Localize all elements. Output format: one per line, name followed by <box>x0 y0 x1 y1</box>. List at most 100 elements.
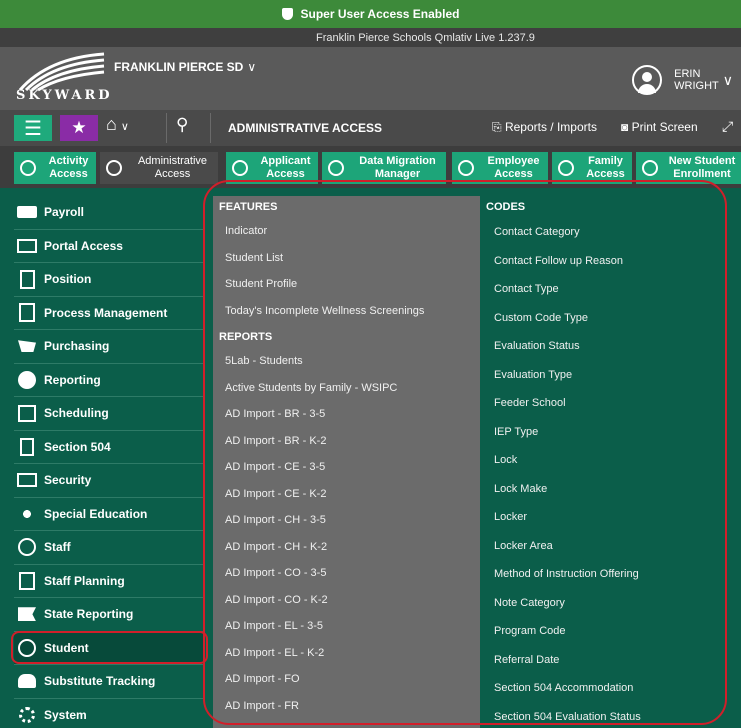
sidebar-item-staff-planning[interactable]: Staff Planning <box>14 565 204 598</box>
family-icon <box>558 160 574 176</box>
code-link[interactable]: Lock <box>480 446 741 475</box>
code-link[interactable]: Method of Instruction Offering <box>480 560 741 589</box>
sidebar-item-security[interactable]: Security <box>14 464 204 498</box>
sidebar-item-process-management[interactable]: Process Management <box>14 297 204 330</box>
code-link[interactable]: Referral Date <box>480 646 741 675</box>
tile-family-access[interactable]: Family Access <box>552 152 632 184</box>
expand-button[interactable]: ⤢ <box>722 118 733 135</box>
page-title: ADMINISTRATIVE ACCESS <box>228 121 383 135</box>
sidebar-item-label: Substitute Tracking <box>44 674 156 689</box>
user-menu[interactable]: ERIN WRIGHT ∨ <box>632 65 733 95</box>
briefcase-icon <box>458 160 474 176</box>
sidebar-item-state-reporting[interactable]: State Reporting <box>14 598 204 632</box>
report-link[interactable]: AD Import - FR <box>213 693 480 720</box>
position-icon <box>16 269 38 289</box>
reports-icon: ⎘ <box>492 120 505 134</box>
tile-applicant-access[interactable]: Applicant Access <box>226 152 318 184</box>
code-link[interactable]: Contact Category <box>480 218 741 247</box>
sidebar-item-staff[interactable]: Staff <box>14 531 204 565</box>
code-link[interactable]: Evaluation Status <box>480 332 741 361</box>
sidebar-item-payroll[interactable]: Payroll <box>14 196 204 230</box>
user-avatar-icon <box>632 65 663 95</box>
feature-link[interactable]: Student List <box>213 245 480 272</box>
access-tiles-bar: Activity Access Administrative Access Ap… <box>0 146 741 188</box>
sidebar-item-position[interactable]: Position <box>14 263 204 297</box>
reports-heading: REPORTS <box>219 331 273 343</box>
feature-link[interactable]: Student Profile <box>213 271 480 298</box>
report-link[interactable]: AD Import - FO <box>213 666 480 693</box>
sidebar-item-substitute-tracking[interactable]: Substitute Tracking <box>14 665 204 699</box>
shopping-cart-icon <box>16 336 38 356</box>
sidebar-item-system[interactable]: System <box>14 699 204 728</box>
navigation-bar: ☰ ★ ⌂ ∨ ⚲ ADMINISTRATIVE ACCESS ⎘ Reports… <box>0 110 741 146</box>
code-link[interactable]: IEP Type <box>480 418 741 447</box>
sidebar-item-special-education[interactable]: Special Education <box>14 498 204 531</box>
sidebar-item-label: Reporting <box>44 372 101 387</box>
report-link[interactable]: AD Import - CE - 3-5 <box>213 454 480 481</box>
report-link[interactable]: AD Import - BR - 3-5 <box>213 401 480 428</box>
sidebar: Payroll Portal Access Position Process M… <box>14 196 204 728</box>
sidebar-item-purchasing[interactable]: Purchasing <box>14 330 204 364</box>
add-student-icon <box>642 160 658 176</box>
skyward-logo[interactable]: SKYWARD <box>14 52 110 106</box>
code-link[interactable]: Feeder School <box>480 389 741 418</box>
code-link[interactable]: Evaluation Type <box>480 361 741 390</box>
report-link[interactable]: AD Import - CO - K-2 <box>213 587 480 614</box>
features-reports-panel: FEATURES Indicator Student List Student … <box>213 196 480 728</box>
tile-new-student-enrollment[interactable]: New Student Enrollment <box>636 152 741 184</box>
tile-administrative-access[interactable]: Administrative Access <box>100 152 218 184</box>
sidebar-item-label: State Reporting <box>44 607 134 622</box>
sidebar-item-reporting[interactable]: Reporting <box>14 364 204 397</box>
expand-icon: ⤢ <box>722 118 734 134</box>
main-content: Payroll Portal Access Position Process M… <box>0 188 741 728</box>
app-header: SKYWARD FRANKLIN PIERCE SD ∨ ERIN WRIGHT … <box>0 47 741 110</box>
report-link[interactable]: AD Import - CE - K-2 <box>213 481 480 508</box>
payroll-icon <box>16 202 38 222</box>
user-last-name: WRIGHT <box>674 80 719 92</box>
code-link[interactable]: Lock Make <box>480 475 741 504</box>
code-link[interactable]: Custom Code Type <box>480 304 741 333</box>
code-link[interactable]: Locker Area <box>480 532 741 561</box>
feature-link[interactable]: Indicator <box>213 218 480 245</box>
calendar-icon <box>16 403 38 423</box>
applicant-icon <box>232 160 248 176</box>
sidebar-item-label: Process Management <box>44 305 168 320</box>
sidebar-item-portal-access[interactable]: Portal Access <box>14 230 204 263</box>
report-link[interactable]: AD Import - CO - 3-5 <box>213 560 480 587</box>
search-button[interactable]: ⚲ <box>176 115 188 135</box>
super-user-text: Super User Access Enabled <box>300 7 460 21</box>
tile-employee-access[interactable]: Employee Access <box>452 152 548 184</box>
report-link[interactable]: 5Lab - Students <box>213 348 480 375</box>
report-link[interactable]: AD Import - EL - K-2 <box>213 640 480 667</box>
feature-link[interactable]: Today's Incomplete Wellness Screenings <box>213 298 480 325</box>
favorites-button[interactable]: ★ <box>60 115 98 141</box>
features-heading: FEATURES <box>219 201 278 213</box>
district-selector[interactable]: FRANKLIN PIERCE SD ∨ <box>114 60 256 74</box>
code-link[interactable]: Locker <box>480 503 741 532</box>
report-link[interactable]: AD Import - CH - 3-5 <box>213 507 480 534</box>
report-link[interactable]: AD Import - CH - K-2 <box>213 534 480 561</box>
tile-data-migration-manager[interactable]: Data Migration Manager <box>322 152 446 184</box>
sidebar-item-scheduling[interactable]: Scheduling <box>14 397 204 431</box>
menu-button[interactable]: ☰ <box>14 115 52 141</box>
code-link[interactable]: Contact Type <box>480 275 741 304</box>
pie-chart-icon <box>16 370 38 390</box>
environment-bar: Franklin Pierce Schools Qmlativ Live 1.2… <box>0 28 741 47</box>
code-link[interactable]: Section 504 Evaluation Status <box>480 703 741 728</box>
report-link[interactable]: AD Import - EL - 3-5 <box>213 613 480 640</box>
print-screen-button[interactable]: ◙ Print Screen <box>621 120 698 134</box>
code-link[interactable]: Program Code <box>480 617 741 646</box>
special-education-icon <box>16 504 38 524</box>
report-link[interactable]: Active Students by Family - WSIPC <box>213 375 480 402</box>
code-link[interactable]: Note Category <box>480 589 741 618</box>
tile-activity-access[interactable]: Activity Access <box>14 152 96 184</box>
sidebar-item-label: Student <box>44 640 89 655</box>
report-link[interactable]: AD Import - BR - K-2 <box>213 428 480 455</box>
sidebar-item-student[interactable]: Student <box>14 631 204 665</box>
code-link[interactable]: Contact Follow up Reason <box>480 247 741 276</box>
home-button[interactable]: ⌂ ∨ <box>106 114 129 135</box>
reports-imports-button[interactable]: ⎘ Reports / Imports <box>492 120 597 135</box>
sidebar-item-section-504[interactable]: Section 504 <box>14 431 204 464</box>
code-link[interactable]: Section 504 Accommodation <box>480 674 741 703</box>
flag-icon <box>16 604 38 624</box>
